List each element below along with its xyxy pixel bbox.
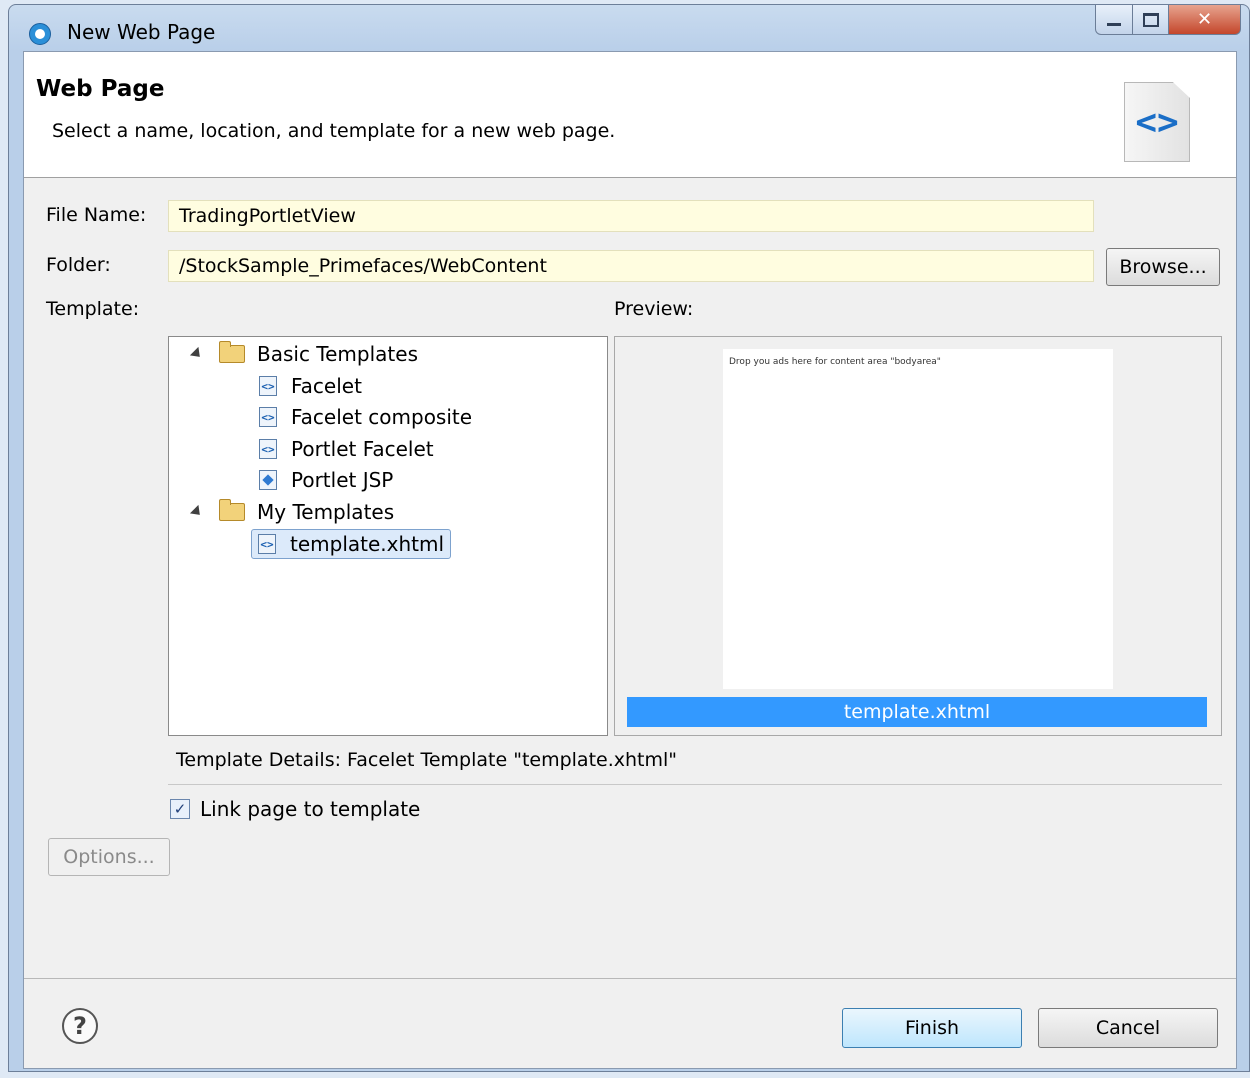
template-preview: Drop you ads here for content area "body… <box>614 336 1222 736</box>
preview-thumbnail: Drop you ads here for content area "body… <box>723 349 1113 689</box>
facelet-file-icon: <> <box>259 407 277 427</box>
facelet-file-icon: <> <box>259 376 277 396</box>
finish-button[interactable]: Finish <box>842 1008 1022 1048</box>
close-icon: ✕ <box>1196 9 1213 30</box>
file-name-input[interactable]: TradingPortletView <box>168 200 1094 232</box>
tree-item-label: Facelet <box>291 374 362 398</box>
minimize-icon <box>1107 23 1121 26</box>
file-name-label: File Name: <box>46 204 147 226</box>
window-title: New Web Page <box>67 20 216 44</box>
preview-page-text: Drop you ads here for content area "body… <box>729 357 941 367</box>
folder-label: Folder: <box>46 254 111 276</box>
tree-group-label: Basic Templates <box>257 342 418 366</box>
tree-item-facelet-composite[interactable]: <> Facelet composite <box>259 402 472 432</box>
app-icon <box>29 23 51 45</box>
folder-open-icon <box>219 499 245 521</box>
template-tree[interactable]: Basic Templates <> Facelet <> Facelet co… <box>168 336 608 736</box>
template-label: Template: <box>46 298 140 320</box>
minimize-button[interactable] <box>1095 5 1133 35</box>
separator <box>168 784 1222 785</box>
folder-open-icon <box>219 341 245 363</box>
checkmark-icon: ✓ <box>173 800 187 818</box>
help-icon[interactable]: ? <box>62 1008 98 1044</box>
template-details: Template Details: Facelet Template "temp… <box>176 749 678 771</box>
browse-button[interactable]: Browse... <box>1106 248 1220 286</box>
expand-arrow-icon[interactable] <box>189 504 205 520</box>
tree-item-portlet-jsp[interactable]: Portlet JSP <box>259 465 393 495</box>
tree-item-facelet[interactable]: <> Facelet <box>259 371 362 401</box>
facelet-file-icon: <> <box>258 534 276 554</box>
close-button[interactable]: ✕ <box>1169 5 1241 35</box>
tree-group-label: My Templates <box>257 500 395 524</box>
link-template-checkbox[interactable]: ✓ <box>170 799 190 819</box>
tree-item-label: template.xhtml <box>290 532 445 556</box>
tree-item-label: Portlet JSP <box>291 468 394 492</box>
tree-item-label: Facelet composite <box>291 405 473 429</box>
cancel-button[interactable]: Cancel <box>1038 1008 1218 1048</box>
preview-label: Preview: <box>614 298 694 320</box>
link-template-label[interactable]: Link page to template <box>200 797 420 821</box>
folder-input[interactable]: /StockSample_Primefaces/WebContent <box>168 250 1094 282</box>
dialog-header: Web Page Select a name, location, and te… <box>24 52 1236 178</box>
tree-group-basic-templates[interactable]: Basic Templates <box>189 339 418 369</box>
window-controls: ✕ <box>1095 5 1241 39</box>
dialog-window: New Web Page ✕ Web Page Select a name, l… <box>8 4 1250 1072</box>
tree-item-portlet-facelet[interactable]: <> Portlet Facelet <box>259 434 434 464</box>
title-bar[interactable]: New Web Page ✕ <box>9 5 1249 51</box>
page-description: Select a name, location, and template fo… <box>52 120 616 142</box>
maximize-button[interactable] <box>1133 5 1169 35</box>
expand-arrow-icon[interactable] <box>189 346 205 362</box>
maximize-icon <box>1142 12 1159 27</box>
jsp-file-icon <box>259 470 277 490</box>
options-button[interactable]: Options... <box>48 838 170 876</box>
dialog-content: Web Page Select a name, location, and te… <box>23 51 1237 1069</box>
tree-group-my-templates[interactable]: My Templates <box>189 497 395 527</box>
footer-separator <box>24 978 1236 979</box>
facelet-file-icon: <> <box>259 439 277 459</box>
tree-item-label: Portlet Facelet <box>291 437 434 461</box>
web-page-icon: <> <box>1124 82 1190 162</box>
preview-caption: template.xhtml <box>627 697 1207 727</box>
page-title: Web Page <box>36 76 165 102</box>
tree-item-template-xhtml[interactable]: <> template.xhtml <box>251 529 452 559</box>
